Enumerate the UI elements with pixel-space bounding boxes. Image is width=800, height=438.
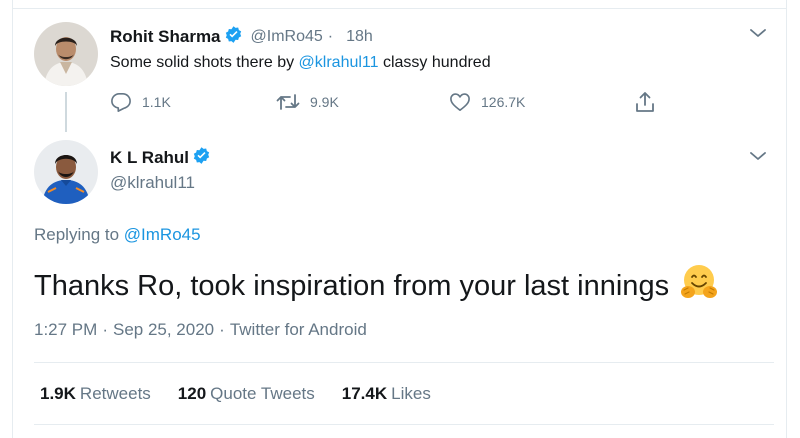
- retweets-stat[interactable]: 1.9K Retweets: [40, 384, 151, 404]
- reply-tweet-text: Some solid shots there by @klrahul11 cla…: [110, 54, 491, 72]
- reply-icon: [111, 93, 131, 112]
- tweet-source[interactable]: Twitter for Android: [230, 320, 367, 339]
- reply-author-handle[interactable]: @ImRo45: [251, 28, 323, 46]
- retweet-button[interactable]: 9.9K: [276, 92, 339, 112]
- share-icon: [636, 92, 654, 112]
- separator-dot: ·: [102, 320, 108, 339]
- retweets-number: 1.9K: [40, 384, 76, 403]
- replying-to-handle[interactable]: @ImRo45: [124, 225, 201, 244]
- main-author-name[interactable]: K L Rahul: [110, 148, 189, 168]
- share-button[interactable]: [634, 91, 666, 113]
- reply-author-name[interactable]: Rohit Sharma: [110, 27, 221, 47]
- reply-mention-link[interactable]: @klrahul11: [299, 54, 379, 71]
- replying-to-label: Replying to: [34, 225, 124, 244]
- avatar-kl-rahul[interactable]: [34, 140, 98, 204]
- separator-dot: ·: [327, 28, 334, 45]
- main-tweet-text-row: Thanks Ro, took inspiration from your la…: [34, 262, 719, 310]
- divider: [34, 424, 774, 425]
- avatar-rohit-sharma[interactable]: [34, 22, 98, 86]
- divider: [34, 362, 774, 363]
- quote-tweets-label: Quote Tweets: [210, 384, 315, 403]
- tweet-meta-line: 1:27 PM · Sep 25, 2020 · Twitter for Android: [34, 320, 367, 340]
- replying-to-line: Replying to @ImRo45: [34, 225, 201, 245]
- main-tweet-text: Thanks Ro, took inspiration from your la…: [34, 269, 670, 302]
- like-count: 126.7K: [481, 94, 526, 110]
- likes-number: 17.4K: [341, 384, 388, 403]
- heart-icon: [450, 93, 470, 111]
- chevron-down-icon[interactable]: [749, 149, 767, 161]
- retweet-count: 9.9K: [310, 94, 339, 110]
- tweet-time[interactable]: 1:27 PM: [34, 320, 97, 339]
- quote-tweets-number: 120: [177, 384, 207, 403]
- tweet-date[interactable]: Sep 25, 2020: [113, 320, 214, 339]
- likes-label: Likes: [391, 384, 431, 403]
- reply-tweet-header: Rohit Sharma @ImRo45 · 18h: [110, 25, 373, 49]
- frame-border-left: [12, 0, 13, 438]
- verified-badge-icon: [224, 25, 243, 49]
- reply-text-suffix: classy hundred: [378, 54, 491, 71]
- reply-count: 1.1K: [142, 94, 171, 110]
- main-author-handle[interactable]: @klrahul11: [110, 173, 195, 193]
- main-author-name-row: K L Rahul: [110, 146, 211, 170]
- frame-border-top: [12, 8, 787, 9]
- retweets-label: Retweets: [79, 384, 151, 403]
- quote-tweets-stat[interactable]: 120 Quote Tweets: [178, 384, 315, 404]
- reply-time-ago[interactable]: 18h: [346, 28, 373, 46]
- hugging-face-icon: [679, 262, 719, 310]
- likes-stat[interactable]: 17.4K Likes: [342, 384, 431, 404]
- separator-dot: ·: [219, 320, 225, 339]
- retweet-icon: [276, 94, 300, 110]
- frame-border-right: [786, 0, 787, 438]
- chevron-down-icon[interactable]: [749, 26, 767, 38]
- tweet-stats: 1.9K Retweets 120 Quote Tweets 17.4K Likes: [40, 384, 458, 404]
- like-button[interactable]: 126.7K: [449, 92, 525, 112]
- reply-text-prefix: Some solid shots there by: [110, 54, 299, 71]
- verified-badge-icon: [192, 146, 211, 170]
- thread-connector-line: [65, 92, 67, 132]
- reply-button[interactable]: 1.1K: [110, 92, 171, 112]
